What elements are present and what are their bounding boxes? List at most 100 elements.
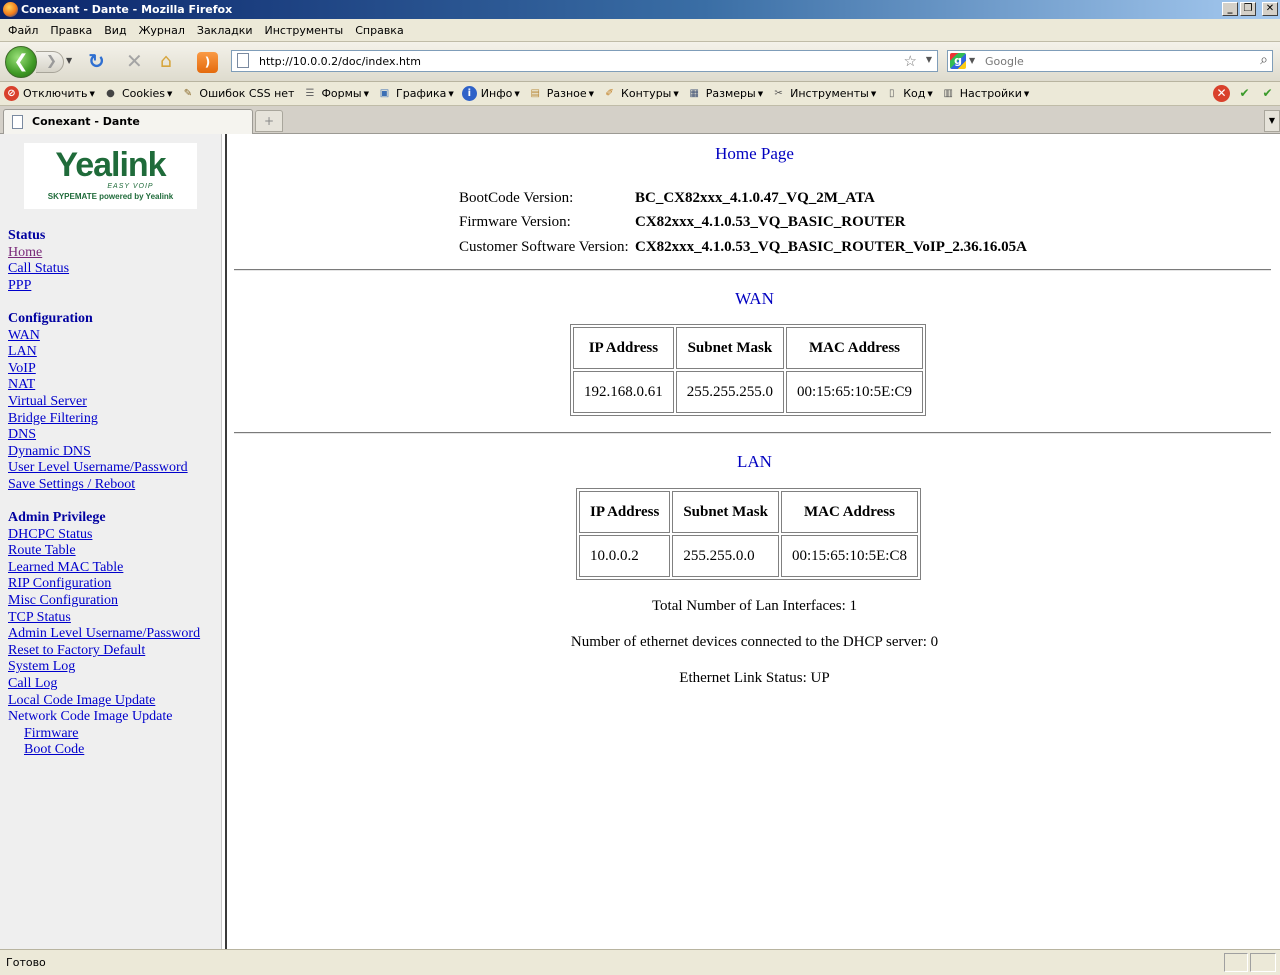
history-dropdown-icon[interactable]: ▼	[66, 56, 72, 65]
url-text[interactable]: http://10.0.0.2/doc/index.htm	[259, 55, 421, 68]
window-title: Conexant - Dante - Mozilla Firefox	[21, 3, 233, 16]
devbar-images[interactable]: ▣ Графика ▼	[377, 86, 454, 101]
nav-call-status[interactable]: Call Status	[8, 261, 200, 278]
home-icon[interactable]: ⌂	[160, 51, 172, 71]
address-bar[interactable]: http://10.0.0.2/doc/index.htm ☆ ▼	[231, 50, 938, 72]
source-icon: ▯	[888, 88, 895, 99]
outline-icon: ✐	[605, 88, 614, 99]
total-lan-interfaces: Total Number of Lan Interfaces: 1	[651, 598, 858, 614]
nav-user-password[interactable]: User Level Username/Password	[8, 460, 200, 477]
wan-ip: 192.168.0.61	[573, 371, 674, 413]
css-valid-icon[interactable]: ✔	[1236, 85, 1253, 102]
nav-dhcpc-status[interactable]: DHCPC Status	[8, 527, 200, 544]
section-admin: Admin Privilege	[8, 510, 106, 526]
wan-title: WAN	[735, 289, 774, 308]
divider	[234, 432, 1271, 434]
nav-factory-reset[interactable]: Reset to Factory Default	[8, 643, 200, 660]
nav-tcp-status[interactable]: TCP Status	[8, 610, 200, 627]
search-icon[interactable]: ⌕	[1260, 52, 1268, 68]
cookie-icon: ●	[106, 88, 115, 99]
menu-tools[interactable]: Инструменты	[259, 24, 350, 37]
back-button[interactable]: ❮	[5, 46, 37, 78]
devbar-resize[interactable]: ▦ Размеры ▼	[687, 86, 764, 101]
devbar-tools[interactable]: ✂ Инструменты ▼	[771, 86, 876, 101]
nav-call-log[interactable]: Call Log	[8, 676, 200, 693]
devbar-source[interactable]: ▯ Код ▼	[884, 86, 933, 101]
web-developer-toolbar: ⊘ Отключить ▼ ● Cookies ▼ ✎ Ошибок CSS нет ☰ Ф…	[0, 82, 1280, 106]
menu-bookmarks[interactable]: Закладки	[191, 24, 259, 37]
menu-file[interactable]: Файл	[2, 24, 44, 37]
nav-virtual-server[interactable]: Virtual Server	[8, 394, 200, 411]
nav-nat[interactable]: NAT	[8, 377, 200, 394]
nav-local-image-update[interactable]: Local Code Image Update	[8, 693, 200, 710]
nav-voip[interactable]: VoIP	[8, 361, 200, 378]
stop-icon[interactable]: ✕	[126, 51, 143, 71]
nav-wan[interactable]: WAN	[8, 328, 200, 345]
forward-button[interactable]: ❯	[36, 51, 64, 73]
menu-edit[interactable]: Правка	[44, 24, 98, 37]
menu-help[interactable]: Справка	[349, 24, 409, 37]
nav-ppp[interactable]: PPP	[8, 278, 200, 295]
search-bar[interactable]: g ▼ Google ⌕	[947, 50, 1273, 72]
developer-status-icon[interactable]	[1224, 953, 1248, 972]
options-icon: ▥	[943, 88, 953, 99]
nav-system-log[interactable]: System Log	[8, 659, 200, 676]
nav-route-table[interactable]: Route Table	[8, 543, 200, 560]
nav-boot-code[interactable]: Boot Code	[8, 742, 200, 759]
rss-status-icon[interactable]	[1250, 953, 1276, 972]
menu-view[interactable]: Вид	[98, 24, 132, 37]
devbar-info[interactable]: i Инфо ▼	[461, 86, 520, 101]
nav-firmware[interactable]: Firmware	[8, 726, 200, 743]
menu-history[interactable]: Журнал	[133, 24, 191, 37]
version-info: BootCode Version: BC_CX82xxx_4.1.0.47_VQ…	[459, 186, 1027, 260]
nav-dynamic-dns[interactable]: Dynamic DNS	[8, 444, 200, 461]
new-tab-button[interactable]: +	[255, 110, 283, 132]
nav-bridge-filtering[interactable]: Bridge Filtering	[8, 411, 200, 428]
css-icon: ✎	[183, 88, 193, 99]
status-bar: Готово	[0, 949, 1280, 975]
nav-misc-config[interactable]: Misc Configuration	[8, 593, 200, 610]
url-dropdown-icon[interactable]: ▼	[926, 55, 932, 64]
images-icon: ▣	[379, 88, 390, 99]
disable-icon: ⊘	[4, 86, 19, 101]
page-content: Yealink EASY VOIP SKYPEMATE powered by Y…	[0, 134, 1280, 949]
devbar-cookies[interactable]: ● Cookies ▼	[103, 86, 172, 101]
google-engine-icon[interactable]: g	[950, 53, 966, 69]
frame-divider[interactable]	[222, 134, 227, 949]
lan-title: LAN	[737, 452, 772, 471]
maximize-button[interactable]: ❐	[1240, 2, 1256, 16]
nav-mac-table[interactable]: Learned MAC Table	[8, 560, 200, 577]
bootcode-row: BootCode Version: BC_CX82xxx_4.1.0.47_VQ…	[459, 189, 875, 206]
rss-icon[interactable]: )	[197, 52, 218, 73]
devbar-css[interactable]: ✎ Ошибок CSS нет	[180, 86, 295, 101]
wan-header-mac: MAC Address	[786, 327, 924, 369]
nav-home[interactable]: Home	[8, 245, 200, 262]
error-status-icon[interactable]: ✕	[1213, 85, 1230, 102]
tab-list-button[interactable]: ▼	[1264, 110, 1280, 132]
devbar-forms[interactable]: ☰ Формы ▼	[302, 86, 369, 101]
wan-table: IP Address Subnet Mask MAC Address 192.1…	[570, 324, 927, 416]
nav-rip-config[interactable]: RIP Configuration	[8, 576, 200, 593]
page-icon	[12, 115, 23, 129]
close-window-button[interactable]: ✕	[1262, 2, 1278, 16]
devbar-disable[interactable]: ⊘ Отключить ▼	[4, 86, 95, 101]
tools-icon: ✂	[774, 88, 783, 99]
section-status: Status	[8, 228, 46, 243]
resize-icon: ▦	[689, 88, 699, 99]
tab-conexant-dante[interactable]: Conexant - Dante	[3, 109, 253, 134]
nav-dns[interactable]: DNS	[8, 427, 200, 444]
search-input[interactable]: Google	[985, 55, 1024, 68]
devbar-misc[interactable]: ▤ Разное ▼	[528, 86, 595, 101]
bookmark-star-icon[interactable]: ☆	[904, 52, 917, 70]
devbar-outline[interactable]: ✐ Контуры ▼	[602, 86, 678, 101]
minimize-button[interactable]: _	[1222, 2, 1238, 16]
devbar-options[interactable]: ▥ Настройки ▼	[941, 86, 1030, 101]
nav-save-reboot[interactable]: Save Settings / Reboot	[8, 477, 200, 494]
divider	[234, 269, 1271, 271]
nav-lan[interactable]: LAN	[8, 344, 200, 361]
nav-admin-password[interactable]: Admin Level Username/Password	[8, 626, 200, 643]
lan-header-mac: MAC Address	[780, 491, 918, 533]
reload-icon[interactable]: ↻	[88, 51, 105, 71]
html-valid-icon[interactable]: ✔	[1259, 85, 1276, 102]
engine-dropdown-icon[interactable]: ▼	[969, 56, 975, 65]
